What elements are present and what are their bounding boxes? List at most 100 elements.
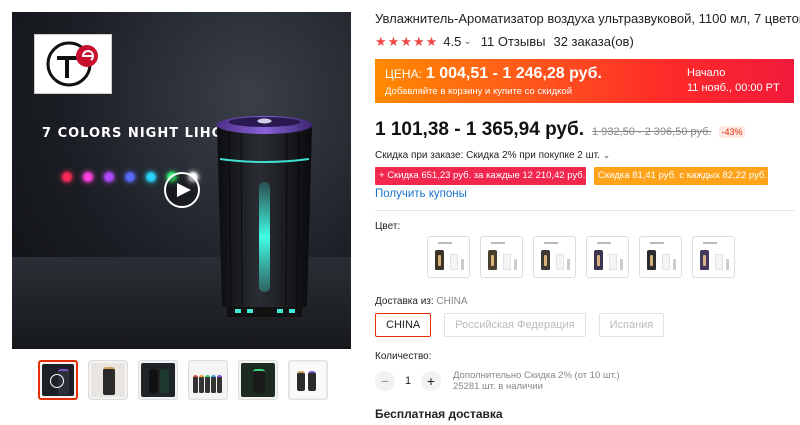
color-variant-gold-dark[interactable]	[480, 236, 523, 278]
promo-price: ЦЕНА: 1 004,51 - 1 246,28 руб.	[385, 65, 602, 83]
divider	[375, 210, 795, 211]
variant-box-image	[662, 254, 670, 270]
image-caption: 7 COLORS NIGHT LIHGT	[42, 126, 233, 141]
star-icon: ★	[375, 34, 387, 49]
increase-quantity-button[interactable]: +	[421, 371, 441, 391]
variant-box-image	[556, 254, 564, 270]
ship-option-spain[interactable]: Испания	[598, 313, 665, 337]
shipping-origin-value: CHINA	[436, 296, 468, 307]
quantity-stepper: − 1 + Дополнительно Скидка 2% (от 10 шт.…	[375, 370, 620, 392]
coupon-orange[interactable]: Скидка 81,41 руб. с каждых 82,22 руб.	[594, 167, 768, 185]
play-video-button[interactable]	[164, 172, 200, 208]
promo-start-date: 11 нояб., 00:00 PT	[687, 82, 780, 94]
variant-label-mark	[438, 242, 452, 244]
variant-label-mark	[650, 242, 664, 244]
shipping-label: Доставка из: CHINA	[375, 296, 468, 307]
get-coupons-link[interactable]: Получить купоны	[375, 188, 467, 200]
ship-option-china[interactable]: CHINA	[375, 313, 432, 337]
variant-label-mark	[703, 242, 717, 244]
led-color-dot	[104, 172, 114, 182]
store-logo	[34, 34, 112, 94]
star-icon: ★	[425, 34, 438, 49]
variant-label-mark	[597, 242, 611, 244]
led-color-dot	[62, 172, 72, 182]
variant-accessory-image	[620, 259, 623, 270]
color-variant-gold-black[interactable]	[427, 236, 470, 278]
current-price: 1 101,38 - 1 365,94 руб.	[375, 119, 585, 140]
led-color-dot	[83, 172, 93, 182]
chevron-down-icon: ⌄	[602, 150, 611, 160]
thumbnail-video[interactable]	[38, 360, 78, 400]
thumbnail-green-room[interactable]	[238, 360, 278, 400]
variant-humidifier-image	[594, 250, 603, 270]
product-title: Увлажнитель-Ароматизатор воздуха ультраз…	[375, 11, 800, 26]
promo-start: Начало 11 нояб., 00:00 PT	[687, 66, 780, 96]
bulk-discount-text: Дополнительно Скидка 2% (от 10 шт.)	[453, 370, 620, 381]
plus-icon: +	[379, 170, 388, 181]
order-discount-text: Скидка при заказе: Скидка 2% при покупке…	[375, 150, 600, 161]
order-discount[interactable]: Скидка при заказе: Скидка 2% при покупке…	[375, 150, 610, 161]
coupon-orange-text: Скидка 81,41 руб. с каждых 82,22 руб.	[598, 170, 768, 181]
coupon-red-text: Скидка 651,23 руб. за каждые 12 210,42 р…	[387, 170, 586, 181]
variant-label-mark	[491, 242, 505, 244]
decrease-quantity-button[interactable]: −	[375, 371, 395, 391]
variant-box-image	[450, 254, 458, 270]
quantity-label: Количество:	[375, 351, 432, 362]
coupon-red[interactable]: + Скидка 651,23 руб. за каждые 12 210,42…	[375, 167, 586, 185]
store-logo-icon	[46, 41, 98, 87]
old-price: 1 932,50 - 2 396,50 руб.	[592, 126, 712, 138]
variant-box-image	[503, 254, 511, 270]
variant-box-image	[609, 254, 617, 270]
promo-price-value: 1 004,51 - 1 246,28 руб.	[425, 65, 602, 82]
free-shipping: Бесплатная доставка	[375, 407, 503, 421]
quantity-info: Дополнительно Скидка 2% (от 10 шт.) 2528…	[453, 370, 620, 392]
color-variant-purple-dark[interactable]	[692, 236, 735, 278]
variant-humidifier-image	[435, 250, 444, 270]
thumbnail-strip	[38, 360, 328, 400]
chevron-down-icon[interactable]: ⌄	[463, 36, 471, 47]
thumbnail-color-options[interactable]	[288, 360, 328, 400]
quantity-input[interactable]: 1	[395, 375, 421, 387]
thumbnail-green-light[interactable]	[138, 360, 178, 400]
promo-banner: ЦЕНА: 1 004,51 - 1 246,28 руб. Добавляйте…	[375, 59, 794, 103]
variant-box-image	[715, 254, 723, 270]
play-icon	[50, 374, 64, 388]
variant-accessory-image	[461, 259, 464, 270]
promo-start-label: Начало	[687, 67, 726, 79]
thumbnail-white-light[interactable]	[88, 360, 128, 400]
shipping-options: CHINA Российская Федерация Испания	[375, 313, 665, 337]
promo-subtitle: Добавляйте в корзину и купите со скидкой	[385, 86, 572, 97]
rating-value[interactable]: 4.5	[443, 34, 461, 49]
variant-accessory-image	[567, 259, 570, 270]
color-variant-black-white[interactable]	[639, 236, 682, 278]
color-variant-gold-grey[interactable]	[533, 236, 576, 278]
color-variant-purple-black[interactable]	[586, 236, 629, 278]
stock-text: 25281 шт. в наличии	[453, 381, 543, 392]
star-icon: ★	[387, 34, 400, 49]
price-row: 1 101,38 - 1 365,94 руб. 1 932,50 - 2 39…	[375, 119, 745, 141]
variant-accessory-image	[514, 259, 517, 270]
thumbnail-six-colors[interactable]	[188, 360, 228, 400]
humidifier-image	[216, 116, 313, 317]
star-icon: ★	[400, 34, 412, 49]
led-color-dot	[125, 172, 135, 182]
color-label: Цвет:	[375, 221, 401, 232]
variant-humidifier-image	[700, 250, 709, 270]
coupon-row: + Скидка 651,23 руб. за каждые 12 210,42…	[375, 167, 768, 185]
variant-humidifier-image	[647, 250, 656, 270]
reviews-link[interactable]: 11 Отзывы	[481, 34, 546, 49]
variant-humidifier-image	[488, 250, 497, 270]
rating-stars: ★ ★ ★ ★ ★	[375, 35, 437, 48]
variant-accessory-image	[726, 259, 729, 270]
variant-accessory-image	[673, 259, 676, 270]
orders-count: 32 заказа(ов)	[553, 34, 634, 49]
play-icon	[176, 183, 191, 197]
variant-label-mark	[544, 242, 558, 244]
promo-price-label: ЦЕНА:	[385, 67, 422, 81]
main-product-image[interactable]: 7 COLORS NIGHT LIHGT	[12, 12, 351, 349]
color-variants	[427, 236, 735, 278]
ship-option-russia[interactable]: Российская Федерация	[444, 313, 586, 337]
star-icon: ★	[412, 34, 425, 49]
variant-humidifier-image	[541, 250, 550, 270]
rating-row: ★ ★ ★ ★ ★ 4.5 ⌄ 11 Отзывы 32 заказа(ов)	[375, 34, 634, 49]
